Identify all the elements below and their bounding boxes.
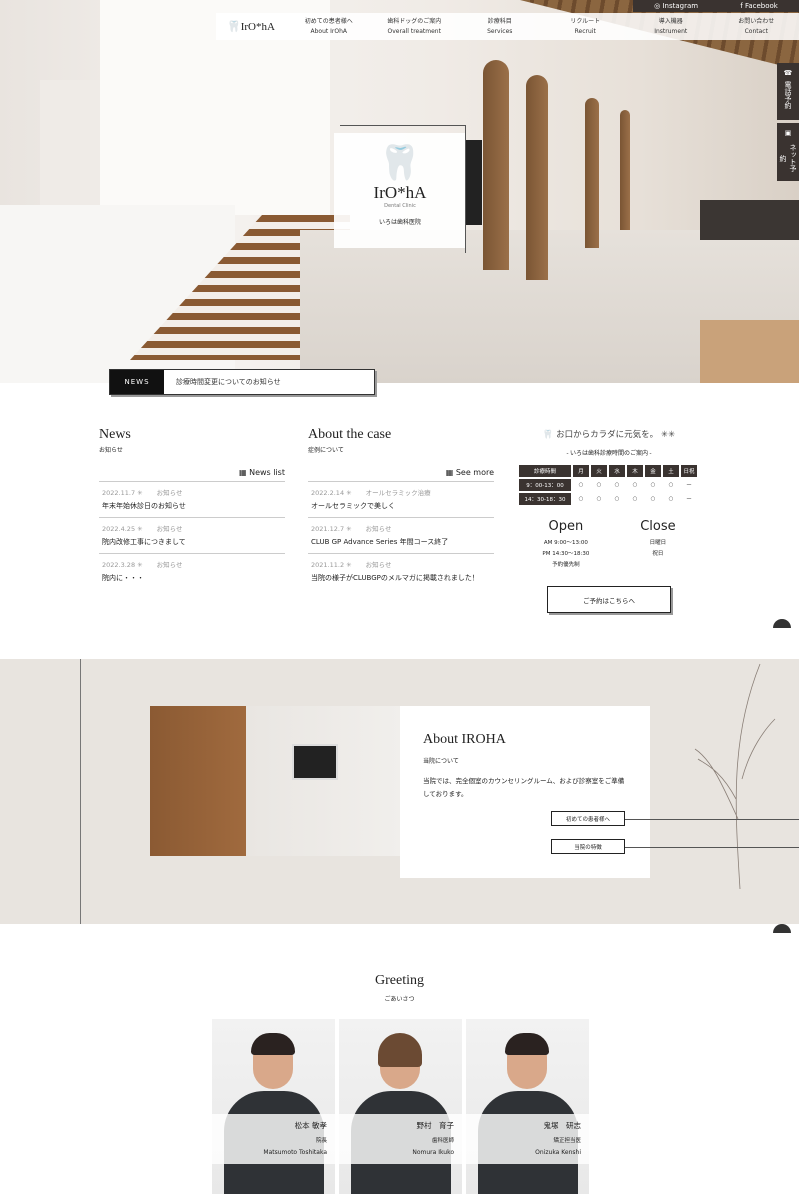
news-item[interactable]: 2022.11.7 ✳ お知らせ 年末年始休診日のお知らせ [99,482,285,518]
open-hours: Open AM 9:00〜13:00 PM 14:30〜18:30 予約優先制 [542,519,590,568]
scroll-top-button[interactable] [773,619,791,628]
phone-icon: ☎ [784,69,792,77]
features-button[interactable]: 当院の特徴 [551,839,625,854]
about-card: About IROHA 当院について 当院では、完全個室のカウンセリングルーム、… [400,706,799,878]
news-section: News お知らせ ▦ News list 2022.11.7 ✳ お知らせ 年末年… [99,427,285,589]
hours-table: 診療時間月火水木金土日祝 9：00-13：00 ○ ○ ○ ○ ○ ○ ー 14：30-18：… [517,463,699,507]
hero-logo: 🦷 IrO*hA Dental Clinic いろは歯科医院 [334,125,466,253]
nav-item-instrument[interactable]: 導入機器 Instrument [628,17,714,37]
see-more-link[interactable]: ▦ See more [308,468,494,482]
social-bar: ◎ Instagram f Facebook [633,0,799,12]
about-section: About IROHA 当院について 当院では、完全個室のカウンセリングルーム、… [0,659,799,924]
news-ticker[interactable]: NEWS 診療時間変更についてのお知らせ [109,369,375,395]
nav-item-recruit[interactable]: リクルート Recruit [543,17,629,37]
case-item[interactable]: 2022.2.14 ✳ オールセラミック治療 オールセラミックで美しく [308,482,494,518]
staff-card[interactable]: 松本 敏孝 院長 Matsumoto Toshitaka [212,1019,335,1194]
staff-card[interactable]: 野村 育子 歯科医師 Nomura Ikuko [339,1019,462,1194]
tooth-icon: 🦷 [227,21,241,33]
tooth-icon: 🦷 [542,430,554,440]
cases-section: About the case 症例について ▦ See more 2022.2.… [308,427,494,589]
case-item[interactable]: 2021.11.2 ✳ お知らせ 当院の様子がCLUBGPのメルマガに掲載されました… [308,554,494,589]
sparkle-icon: ✳✳ [660,430,676,440]
news-ticker-text: 診療時間変更についてのお知らせ [176,378,281,386]
cases-title: About the case [308,427,392,442]
facebook-link[interactable]: f Facebook [740,2,778,10]
instagram-link[interactable]: ◎ Instagram [654,2,698,10]
phone-reserve-button[interactable]: ☎ 電話予約 [777,63,799,120]
case-item[interactable]: 2021.12.7 ✳ お知らせ CLUB GP Advance Series 年間… [308,518,494,554]
news-list-link[interactable]: ▦ News list [99,468,285,482]
grid-icon: ▦ [238,468,247,477]
closed-days: Close 日曜日 祝日 [640,519,676,557]
staff-card[interactable]: 鬼塚 研志 矯正担当医 Onizuka Kenshi [466,1019,589,1194]
news-label: NEWS [110,370,164,394]
news-item[interactable]: 2022.3.28 ✳ お知らせ 院内に・・・ [99,554,285,589]
calendar-icon: ▣ [784,129,792,137]
clinic-hours: 🦷 お口からカラダに元気を。 ✳✳ - いろは歯科診療時間のご案内 - 診療時間… [517,428,701,571]
news-title: News [99,427,131,442]
nav-item-services[interactable]: 診療科目 Services [457,17,543,37]
nav-item-overall-treatment[interactable]: 歯科ドッグのご案内 Overall treatment [372,17,458,37]
news-item[interactable]: 2022.4.25 ✳ お知らせ 院内改修工事につきまして [99,518,285,554]
main-nav: 🦷 IrO*hA 初めての患者様へ About IrOhA 歯科ドッグのご案内 Ove… [216,13,799,40]
net-reserve-button[interactable]: ▣ ネット予約 [777,123,799,181]
grid-icon: ▦ [445,468,454,477]
reserve-button[interactable]: ご予約はこちらへ [547,586,671,613]
nav-item-about[interactable]: 初めての患者様へ About IrOhA [286,17,372,37]
site-logo[interactable]: 🦷 IrO*hA [216,20,286,34]
counseling-room-photo [150,706,402,856]
scroll-top-button[interactable] [773,924,791,933]
nav-item-contact[interactable]: お問い合わせ Contact [714,17,799,37]
greeting-header: Greeting ごあいさつ [375,973,424,1003]
first-visit-button[interactable]: 初めての患者様へ [551,811,625,826]
plant-illustration [694,663,776,889]
